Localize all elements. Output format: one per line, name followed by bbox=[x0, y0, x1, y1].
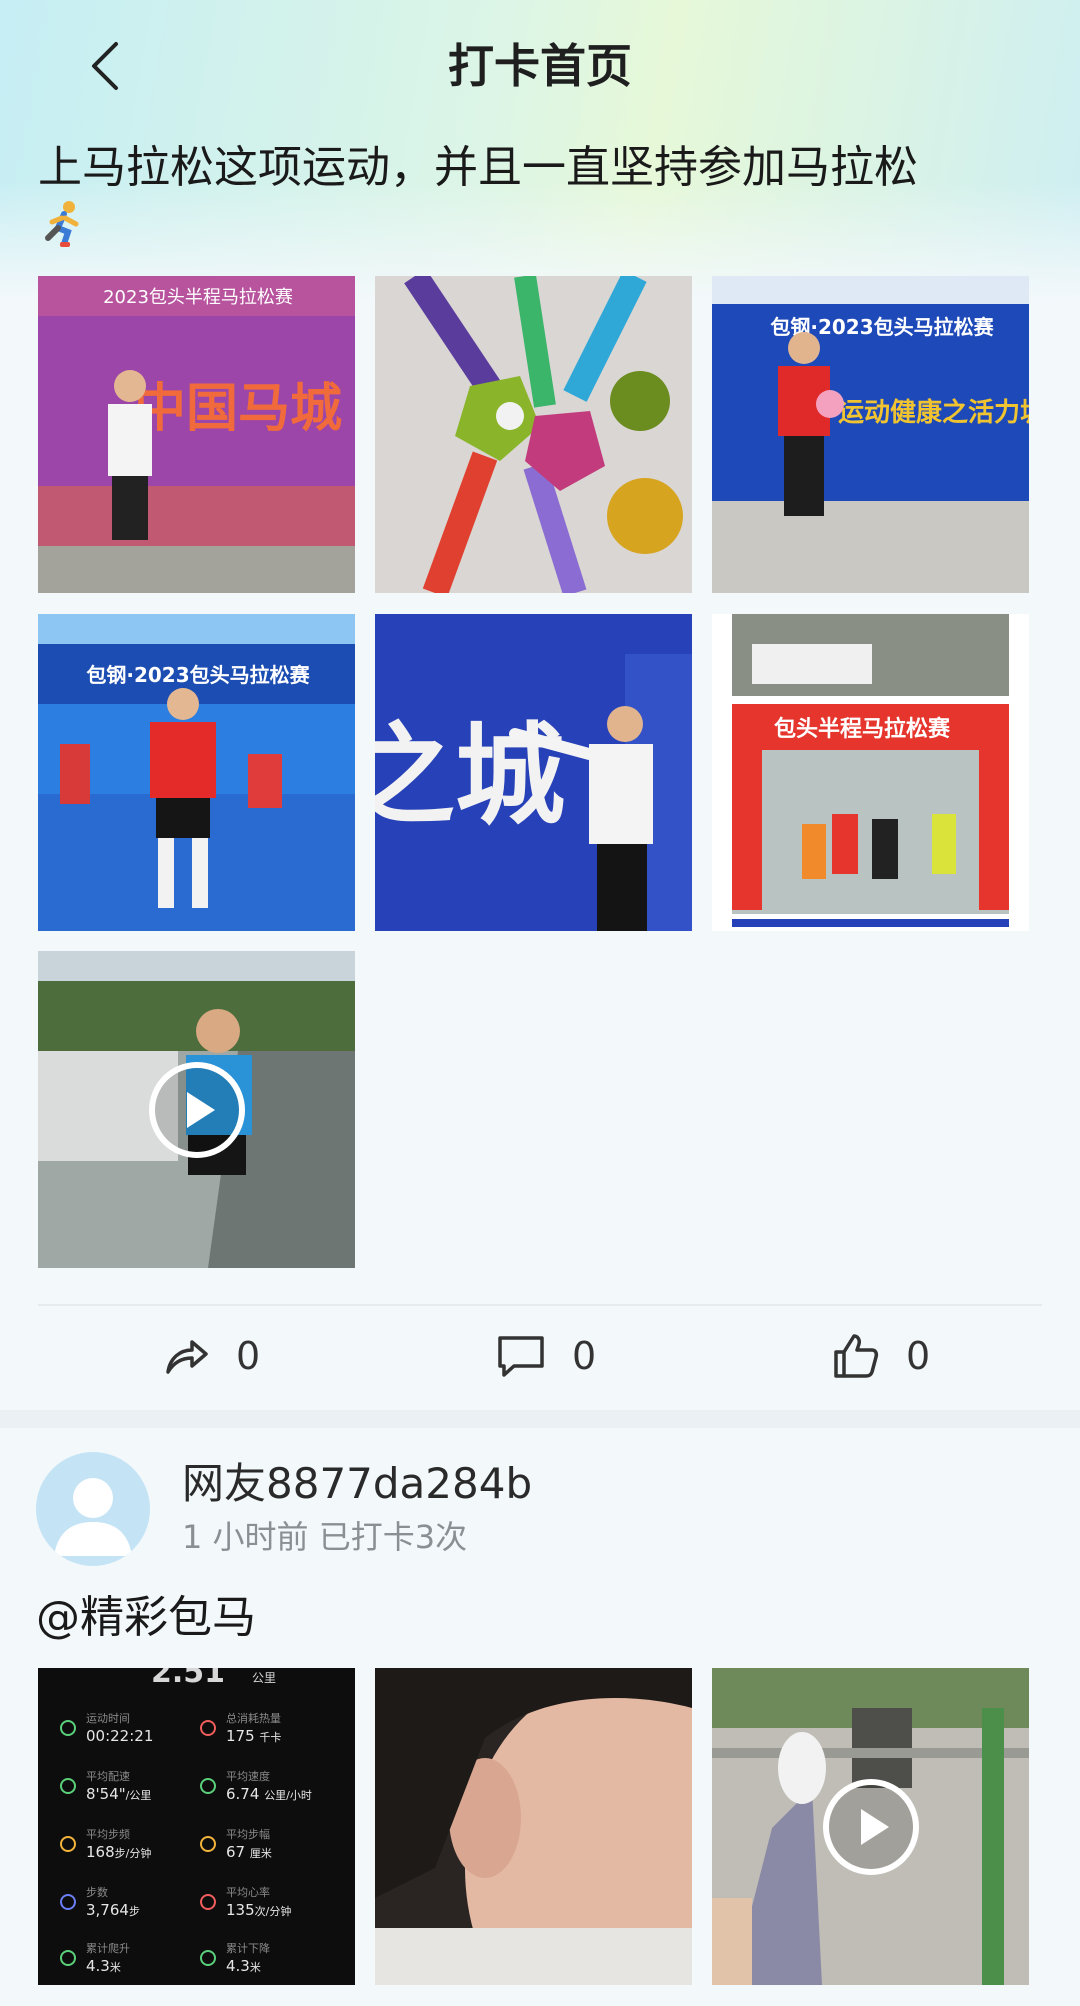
post-text[interactable]: @精彩包马 bbox=[36, 1586, 256, 1650]
photo-runners-arch[interactable]: 包头半程马拉松赛 bbox=[712, 614, 1029, 931]
svg-text:00:22:21: 00:22:21 bbox=[86, 1727, 153, 1745]
post-meta: 1 小时前 已打卡3次 bbox=[182, 1518, 468, 1556]
svg-text:平均速度: 平均速度 bbox=[226, 1769, 270, 1783]
comment-count: 0 bbox=[572, 1334, 597, 1378]
page-title: 打卡首页 bbox=[448, 39, 632, 93]
svg-text:平均配速: 平均配速 bbox=[86, 1770, 130, 1783]
like-count: 0 bbox=[906, 1334, 931, 1378]
play-icon bbox=[822, 1778, 919, 1875]
svg-text:运动时间: 运动时间 bbox=[86, 1712, 130, 1725]
divider bbox=[38, 1304, 1042, 1306]
comment-button[interactable]: 0 bbox=[496, 1326, 596, 1386]
svg-text:2023包头半程马拉松赛: 2023包头半程马拉松赛 bbox=[103, 287, 293, 308]
user-icon bbox=[54, 1478, 132, 1556]
svg-text:包头半程马拉松赛: 包头半程马拉松赛 bbox=[774, 716, 951, 742]
thumbs-up-icon bbox=[834, 1334, 879, 1378]
svg-text:总消耗热量: 总消耗热量 bbox=[226, 1711, 281, 1725]
comment-icon bbox=[498, 1336, 544, 1377]
svg-text:公里: 公里 bbox=[252, 1671, 276, 1685]
svg-text:2.51: 2.51 bbox=[151, 1668, 225, 1690]
photo-finish-line[interactable]: 包钢·2023包头马拉松赛 bbox=[38, 614, 355, 931]
share-button[interactable]: 0 bbox=[162, 1326, 260, 1386]
svg-text:中国马城: 中国马城 bbox=[134, 379, 342, 439]
svg-text:平均步幅: 平均步幅 bbox=[226, 1828, 270, 1841]
play-icon bbox=[148, 1061, 245, 1158]
header: 打卡首页 bbox=[0, 0, 1080, 130]
runner-icon bbox=[38, 198, 90, 250]
photo-selfie[interactable] bbox=[375, 1668, 692, 1985]
avatar[interactable] bbox=[36, 1452, 150, 1566]
photo-workout-stats[interactable]: 2.51 公里 运动时间 00:22:21 总消耗热量 175 千卡 平均配速 … bbox=[38, 1668, 355, 1985]
username[interactable]: 网友8877da284b bbox=[182, 1454, 532, 1514]
like-button[interactable]: 0 bbox=[832, 1326, 930, 1386]
share-count: 0 bbox=[236, 1334, 261, 1378]
svg-text:累计下降: 累计下降 bbox=[226, 1941, 270, 1955]
svg-text:之城: 之城 bbox=[375, 712, 565, 840]
svg-text:包钢·2023包头马拉松赛: 包钢·2023包头马拉松赛 bbox=[86, 663, 310, 687]
section-separator bbox=[0, 1410, 1080, 1428]
svg-text:运动健康之活力城: 运动健康之活力城 bbox=[838, 397, 1029, 428]
post-text: 上马拉松这项运动，并且一直坚持参加马拉松 bbox=[38, 142, 918, 193]
photo-signature-wall[interactable]: 2023包头半程马拉松赛 中国马城 bbox=[38, 276, 355, 593]
video-leg-stretch[interactable] bbox=[712, 1668, 1029, 1985]
photo-medals[interactable] bbox=[375, 276, 692, 593]
svg-text:平均步频: 平均步频 bbox=[86, 1827, 130, 1841]
photo-signing-wall[interactable]: 之城 bbox=[375, 614, 692, 931]
svg-text:平均心率: 平均心率 bbox=[226, 1885, 270, 1899]
svg-text:累计爬升: 累计爬升 bbox=[86, 1942, 130, 1955]
share-icon bbox=[166, 1340, 208, 1374]
video-runner[interactable] bbox=[38, 951, 355, 1268]
photo-thumbs-up-banner[interactable]: 包钢·2023包头马拉松赛 运动健康之活力城 bbox=[712, 276, 1029, 593]
svg-text:步数: 步数 bbox=[86, 1886, 108, 1899]
